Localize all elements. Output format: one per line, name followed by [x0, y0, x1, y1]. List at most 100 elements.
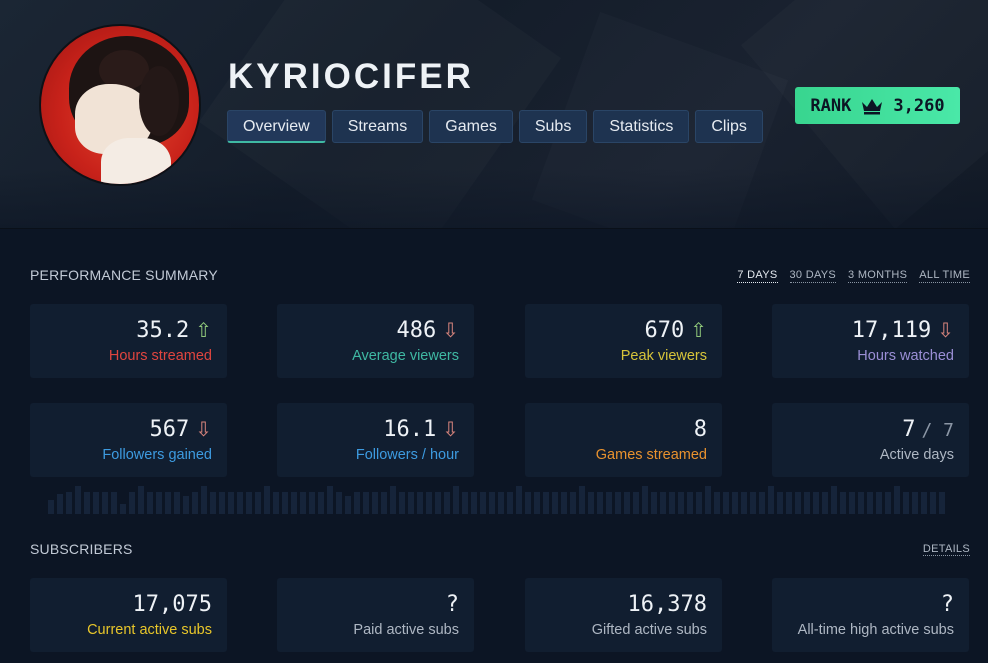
arrow-down-icon: ⇩: [937, 318, 954, 342]
activity-bar: [876, 492, 882, 514]
activity-bar: [588, 492, 594, 514]
activity-bar: [264, 486, 270, 514]
sub-value: ?: [445, 592, 459, 617]
activity-bar: [453, 486, 459, 514]
activity-bar: [750, 492, 756, 514]
stat-value: 7: [902, 417, 916, 442]
range-7-days[interactable]: 7 DAYS: [737, 269, 778, 283]
activity-bar: [435, 492, 441, 514]
activity-bar: [921, 492, 927, 514]
activity-bar: [426, 492, 432, 514]
subscribers-details-link[interactable]: DETAILS: [922, 543, 970, 556]
stat-label: Active days: [879, 447, 954, 463]
activity-bar: [156, 492, 162, 514]
activity-bar: [759, 492, 765, 514]
activity-bar: [84, 492, 90, 514]
stat-total: / 7: [921, 420, 954, 441]
activity-bar: [678, 492, 684, 514]
activity-bar: [408, 492, 414, 514]
activity-bar: [282, 492, 288, 514]
activity-bar: [354, 492, 360, 514]
sub-card-current-active: 17,075 Current active subs: [30, 578, 227, 652]
activity-bars: [48, 484, 956, 514]
activity-bar: [525, 492, 531, 514]
tab-statistics[interactable]: Statistics: [593, 110, 690, 143]
performance-summary-title: PERFORMANCE SUMMARY: [30, 267, 218, 283]
tab-streams[interactable]: Streams: [331, 110, 424, 143]
sub-value: ?: [940, 592, 954, 617]
sub-card-paid-active: ? Paid active subs: [277, 578, 474, 652]
activity-bar: [66, 492, 72, 514]
activity-bar: [939, 492, 945, 514]
sub-card-all-time-high: ? All-time high active subs: [772, 578, 969, 652]
activity-bar: [903, 492, 909, 514]
activity-bar: [480, 492, 486, 514]
activity-bar: [336, 492, 342, 514]
tab-clips[interactable]: Clips: [695, 110, 763, 143]
activity-bar: [885, 492, 891, 514]
rank-badge[interactable]: RANK 3,260: [795, 87, 960, 124]
activity-bar: [669, 492, 675, 514]
activity-bar: [174, 492, 180, 514]
activity-bar: [138, 486, 144, 514]
range-3-months[interactable]: 3 MONTHS: [848, 269, 908, 283]
activity-bar: [417, 492, 423, 514]
stat-card-followers-per-hour: 16.1 ⇩ Followers / hour: [277, 403, 474, 477]
activity-bar: [255, 492, 261, 514]
activity-bar: [237, 492, 243, 514]
stat-card-active-days: 7/ 7 Active days: [772, 403, 969, 477]
tab-games[interactable]: Games: [429, 110, 513, 143]
activity-bar: [651, 492, 657, 514]
activity-bar: [570, 492, 576, 514]
stat-label: Hours streamed: [108, 348, 212, 364]
stat-value: 17,119: [851, 318, 932, 343]
activity-bar: [201, 486, 207, 514]
stat-label: Games streamed: [595, 447, 707, 463]
activity-bar: [102, 492, 108, 514]
activity-bar: [597, 492, 603, 514]
sub-label: Paid active subs: [353, 622, 459, 638]
activity-bar: [219, 492, 225, 514]
activity-bar: [210, 492, 216, 514]
activity-bar: [534, 492, 540, 514]
stat-value: 670: [644, 318, 685, 343]
stat-label: Followers / hour: [355, 447, 459, 463]
stat-label: Followers gained: [102, 447, 212, 463]
activity-bar: [552, 492, 558, 514]
activity-bar: [129, 492, 135, 514]
activity-bar: [363, 492, 369, 514]
tab-subs[interactable]: Subs: [518, 110, 588, 143]
activity-bar: [246, 492, 252, 514]
activity-bar: [75, 486, 81, 514]
activity-bar: [498, 492, 504, 514]
time-range-selector: 7 DAYS 30 DAYS 3 MONTHS ALL TIME: [737, 269, 970, 283]
activity-bar: [606, 492, 612, 514]
activity-bar: [930, 492, 936, 514]
activity-bar: [723, 492, 729, 514]
activity-bar: [786, 492, 792, 514]
activity-bar: [894, 486, 900, 514]
activity-bar: [840, 492, 846, 514]
arrow-down-icon: ⇩: [442, 417, 459, 441]
activity-bar: [579, 486, 585, 514]
range-30-days[interactable]: 30 DAYS: [789, 269, 837, 283]
activity-bar: [390, 486, 396, 514]
activity-bar: [561, 492, 567, 514]
channel-name: KYRIOCIFER: [228, 57, 474, 96]
activity-bar: [849, 492, 855, 514]
sub-value: 16,378: [627, 592, 707, 617]
tab-overview[interactable]: Overview: [227, 110, 326, 143]
sub-label: Current active subs: [87, 622, 212, 638]
range-all-time[interactable]: ALL TIME: [919, 269, 970, 283]
activity-bar: [273, 492, 279, 514]
activity-bar: [822, 492, 828, 514]
activity-bar: [813, 492, 819, 514]
activity-bar: [507, 492, 513, 514]
activity-bar: [642, 486, 648, 514]
stat-card-hours-watched: 17,119 ⇩ Hours watched: [772, 304, 969, 378]
activity-bar: [777, 492, 783, 514]
crown-icon: [860, 97, 884, 115]
activity-bar: [399, 492, 405, 514]
activity-bar: [327, 486, 333, 514]
activity-bar: [471, 492, 477, 514]
